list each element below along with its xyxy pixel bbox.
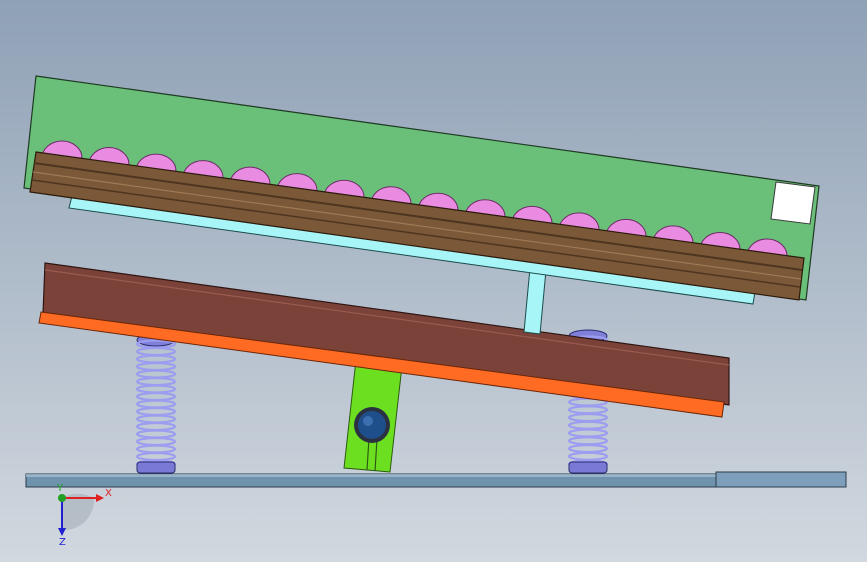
- spring-coil: [135, 414, 177, 424]
- cad-viewport[interactable]: X Y Z: [0, 0, 867, 562]
- support-post-body: [523, 267, 547, 335]
- pivot-pin-highlight: [363, 416, 373, 426]
- y-axis-dot: [58, 494, 66, 502]
- pivot-pin[interactable]: [358, 411, 386, 439]
- hinge-block[interactable]: [343, 359, 403, 473]
- spring-coil: [567, 420, 609, 430]
- spring-coil: [135, 399, 177, 409]
- spring-coil: [135, 406, 177, 417]
- coordinate-triad: X Y Z: [56, 483, 112, 548]
- y-axis-label: Y: [56, 483, 64, 494]
- triad-shadow: [62, 493, 95, 531]
- spring-coil: [567, 451, 609, 461]
- base-plate[interactable]: [25, 471, 847, 488]
- spring-coil: [567, 443, 609, 454]
- spring-coil: [135, 384, 177, 394]
- spring-coil: [567, 412, 609, 423]
- white-block: [770, 181, 816, 225]
- spring-coil: [135, 391, 177, 402]
- spring-coil: [135, 436, 177, 447]
- spring-base-cap: [136, 461, 176, 474]
- spring-coil: [135, 451, 177, 462]
- spring-coil: [135, 444, 177, 454]
- support-post[interactable]: [523, 267, 547, 335]
- base-plate-end: [715, 471, 847, 488]
- x-axis-label: X: [105, 488, 112, 499]
- spring-coil: [135, 354, 177, 364]
- assembly-view[interactable]: X Y Z: [0, 0, 867, 562]
- spring-coil: [135, 369, 177, 379]
- spring[interactable]: [135, 333, 177, 474]
- spring-coil: [567, 436, 609, 446]
- x-axis-head: [96, 494, 104, 502]
- spring-coil: [135, 421, 177, 432]
- spring-coil: [567, 428, 609, 438]
- z-axis-head: [58, 528, 66, 536]
- spring-coil: [135, 429, 177, 439]
- z-axis-label: Z: [59, 537, 66, 548]
- spring-coil: [135, 346, 177, 357]
- spring-coil: [135, 361, 177, 372]
- base-plate-highlight: [26, 474, 716, 477]
- spring-coil: [567, 405, 609, 415]
- spring-coil: [135, 376, 177, 387]
- spring-base-cap: [568, 461, 608, 474]
